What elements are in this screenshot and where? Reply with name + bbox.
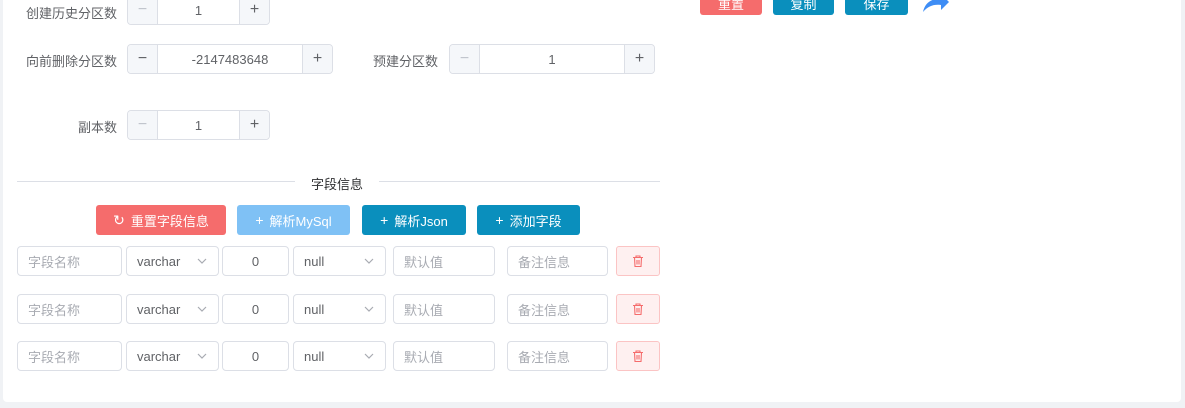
field-type-select[interactable]: varchar xyxy=(126,246,219,276)
redo-arrow-icon[interactable] xyxy=(920,0,950,14)
reset-fields-button[interactable]: ↻ 重置字段信息 xyxy=(96,205,226,235)
reset-button[interactable]: 重置 xyxy=(700,0,762,15)
plus-icon: + xyxy=(495,212,504,228)
chevron-down-icon xyxy=(197,258,207,264)
plus-icon: + xyxy=(380,212,389,228)
trash-icon xyxy=(633,303,643,316)
field-type-select[interactable]: varchar xyxy=(126,294,219,324)
chevron-down-icon xyxy=(364,353,374,359)
plus-icon[interactable]: + xyxy=(239,111,269,139)
trash-icon xyxy=(633,255,643,268)
minus-icon[interactable]: − xyxy=(128,0,158,24)
prebuild-partitions-label: 预建分区数 xyxy=(372,54,438,69)
parse-json-button[interactable]: + 解析Json xyxy=(362,205,466,235)
parse-mysql-label: 解析MySql xyxy=(269,213,332,229)
fields-section-title: 字段信息 xyxy=(295,174,380,193)
plus-icon[interactable]: + xyxy=(239,0,269,24)
trash-icon xyxy=(633,350,643,363)
field-length-input[interactable]: 0 xyxy=(222,294,289,324)
field-null-select[interactable]: null xyxy=(293,246,386,276)
replicas-label: 副本数 xyxy=(77,120,117,135)
field-comment-input[interactable]: 备注信息 xyxy=(507,341,608,371)
field-type-select[interactable]: varchar xyxy=(126,341,219,371)
reset-fields-label: 重置字段信息 xyxy=(130,213,209,229)
field-length-input[interactable]: 0 xyxy=(222,246,289,276)
prebuild-partitions-stepper[interactable]: − 1 + xyxy=(449,44,655,74)
field-type-value: varchar xyxy=(137,301,181,317)
minus-icon[interactable]: − xyxy=(128,45,158,73)
field-length-input[interactable]: 0 xyxy=(222,341,289,371)
chevron-down-icon xyxy=(197,306,207,312)
field-default-input[interactable]: 默认值 xyxy=(393,246,495,276)
field-default-input[interactable]: 默认值 xyxy=(393,341,495,371)
history-partitions-stepper[interactable]: − 1 + xyxy=(127,0,270,25)
field-type-value: varchar xyxy=(137,348,181,364)
add-field-label: 添加字段 xyxy=(509,213,562,229)
field-name-input[interactable]: 字段名称 xyxy=(17,246,122,276)
field-name-input[interactable]: 字段名称 xyxy=(17,341,122,371)
chevron-down-icon xyxy=(197,353,207,359)
field-null-value: null xyxy=(304,348,325,364)
refresh-icon: ↻ xyxy=(113,211,125,228)
minus-icon[interactable]: − xyxy=(450,45,480,73)
history-partitions-value[interactable]: 1 xyxy=(158,0,239,24)
minus-icon[interactable]: − xyxy=(128,111,158,139)
delete-field-button[interactable] xyxy=(616,246,660,276)
plus-icon: + xyxy=(255,212,264,228)
field-type-value: varchar xyxy=(137,253,181,269)
chevron-down-icon xyxy=(364,306,374,312)
replicas-stepper[interactable]: − 1 + xyxy=(127,110,270,140)
field-null-value: null xyxy=(304,301,325,317)
field-comment-input[interactable]: 备注信息 xyxy=(507,246,608,276)
history-partitions-label: 创建历史分区数 xyxy=(25,6,117,21)
field-comment-input[interactable]: 备注信息 xyxy=(507,294,608,324)
save-button[interactable]: 保存 xyxy=(845,0,908,15)
delete-partitions-label: 向前删除分区数 xyxy=(25,54,117,69)
delete-field-button[interactable] xyxy=(616,294,660,324)
field-null-select[interactable]: null xyxy=(293,341,386,371)
delete-partitions-stepper[interactable]: − -2147483648 + xyxy=(127,44,333,74)
plus-icon[interactable]: + xyxy=(302,45,332,73)
field-name-input[interactable]: 字段名称 xyxy=(17,294,122,324)
delete-partitions-value[interactable]: -2147483648 xyxy=(158,45,302,73)
prebuild-partitions-value[interactable]: 1 xyxy=(480,45,624,73)
field-default-input[interactable]: 默认值 xyxy=(393,294,495,324)
parse-json-label: 解析Json xyxy=(394,213,448,229)
copy-button[interactable]: 复制 xyxy=(773,0,834,15)
field-null-value: null xyxy=(304,253,325,269)
delete-field-button[interactable] xyxy=(616,341,660,371)
add-field-button[interactable]: + 添加字段 xyxy=(477,205,580,235)
plus-icon[interactable]: + xyxy=(624,45,654,73)
replicas-value[interactable]: 1 xyxy=(158,111,239,139)
parse-mysql-button[interactable]: + 解析MySql xyxy=(237,205,350,235)
field-null-select[interactable]: null xyxy=(293,294,386,324)
chevron-down-icon xyxy=(364,258,374,264)
